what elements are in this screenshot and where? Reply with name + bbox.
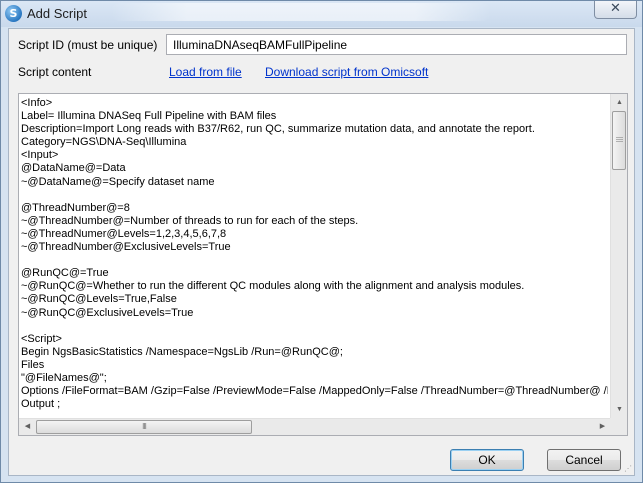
close-icon[interactable]: ✕ — [594, 1, 637, 19]
window-title: Add Script — [27, 6, 87, 21]
vertical-scroll-thumb[interactable]: — — — — [612, 111, 626, 170]
app-icon: S — [5, 5, 22, 22]
cancel-button[interactable]: Cancel — [547, 449, 621, 471]
scroll-right-icon[interactable]: ▶ — [594, 419, 611, 435]
grip-icon: — — — — [616, 134, 623, 145]
script-content-text[interactable]: <Info> Label= Illumina DNASeq Full Pipel… — [21, 97, 608, 417]
horizontal-scroll-thumb[interactable]: III — [36, 420, 252, 434]
ok-button[interactable]: OK — [450, 449, 524, 471]
dialog-body: Script ID (must be unique) Script conten… — [8, 28, 635, 476]
resize-grip-icon[interactable]: ⋰ — [624, 465, 632, 473]
scrollbar-corner — [610, 418, 627, 435]
vertical-scrollbar[interactable]: ▲ — — — ▼ — [610, 94, 627, 418]
add-script-dialog: S Add Script ✕ Script ID (must be unique… — [0, 0, 643, 483]
script-id-input[interactable] — [166, 34, 627, 55]
script-content-editor[interactable]: <Info> Label= Illumina DNASeq Full Pipel… — [18, 93, 628, 436]
horizontal-scrollbar[interactable]: ◀ III ▶ — [19, 418, 611, 435]
script-content-label: Script content — [18, 65, 92, 79]
title-bar[interactable]: S Add Script ✕ — [1, 1, 642, 27]
script-id-label: Script ID (must be unique) — [18, 38, 158, 52]
download-script-link[interactable]: Download script from Omicsoft — [265, 65, 428, 79]
title-bar-glow — [111, 3, 491, 21]
scroll-left-icon[interactable]: ◀ — [19, 419, 36, 435]
scroll-down-icon[interactable]: ▼ — [611, 401, 627, 418]
load-from-file-link[interactable]: Load from file — [169, 65, 242, 79]
scroll-up-icon[interactable]: ▲ — [611, 94, 627, 111]
